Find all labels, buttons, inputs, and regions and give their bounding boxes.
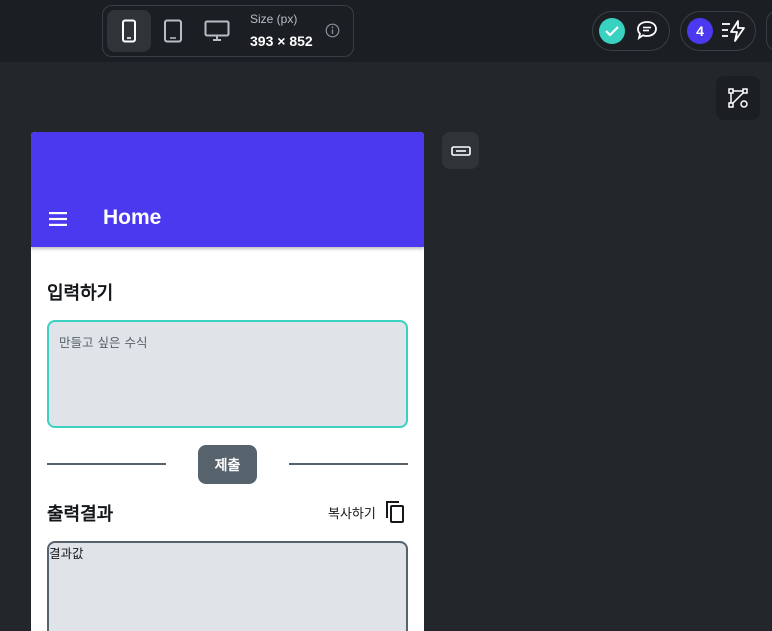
phone-view-button[interactable] [107,10,151,52]
phone-icon [122,19,136,43]
copy-icon[interactable] [384,499,406,525]
tablet-icon [164,19,182,43]
size-label: Size (px) [250,12,298,26]
size-value: 393 × 852 [250,33,313,49]
device-selector: Size (px) 393 × 852 [102,5,354,57]
lightning-icon[interactable] [721,19,747,43]
result-output[interactable]: 결과값 [47,541,408,631]
comments-icon[interactable] [635,20,659,42]
copy-label[interactable]: 복사하기 [328,503,376,522]
divider-right [289,463,408,465]
output-section-title: 출력결과 [47,504,114,525]
result-value: 결과값 [49,546,84,561]
page-title: Home [103,206,162,229]
check-icon [605,26,619,37]
app-bar: Home [31,132,424,247]
editor-top-bar: Size (px) 393 × 852 4 [0,0,772,62]
phone-preview: Home 입력하기 만들고 싶은 수식 제출 출력결과 복사하기 결과값 [31,132,424,631]
formula-input[interactable]: 만들고 싶은 수식 [47,320,408,428]
input-section-title: 입력하기 [47,283,114,304]
divider-left [47,463,166,465]
node-graph-icon [728,88,748,108]
info-icon[interactable] [325,23,340,38]
tablet-view-button[interactable] [151,10,195,52]
input-box-icon [450,145,471,156]
status-pill [592,11,670,51]
actions-pill: 4 [680,11,756,51]
more-pill[interactable] [766,11,772,51]
desktop-view-button[interactable] [195,10,239,52]
notification-count-badge[interactable]: 4 [687,18,713,44]
desktop-icon [204,20,230,41]
formula-input-placeholder: 만들고 싶은 수식 [59,335,148,350]
check-status-button[interactable] [599,18,625,44]
widget-tree-button[interactable] [716,76,760,120]
menu-icon[interactable] [48,211,68,227]
submit-button[interactable]: 제출 [198,445,257,484]
component-toggle-button[interactable] [442,132,479,169]
